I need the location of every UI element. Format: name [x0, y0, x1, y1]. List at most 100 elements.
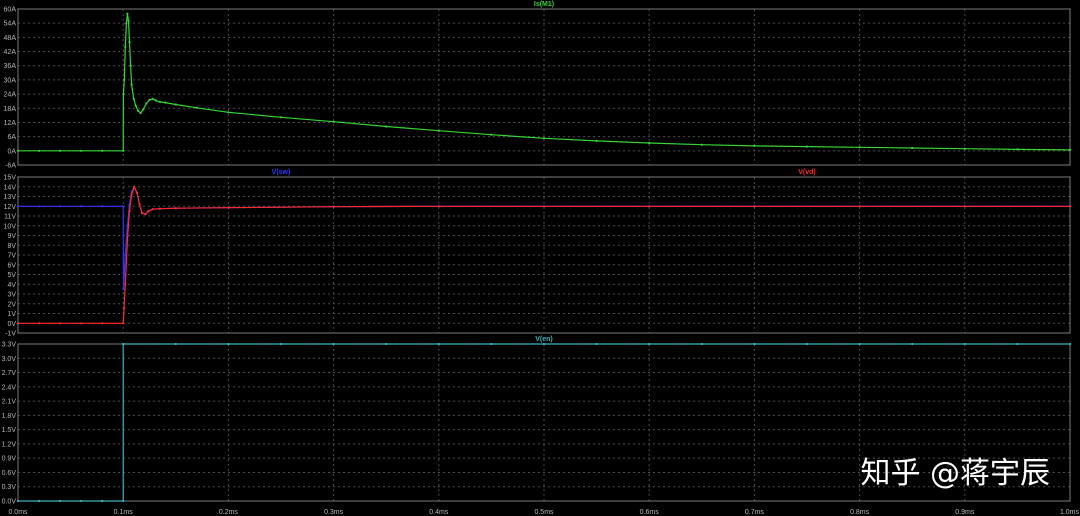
- data-point: [542, 205, 546, 208]
- data-point: [174, 103, 177, 106]
- data-point: [437, 205, 440, 208]
- data-point: [753, 342, 756, 346]
- data-point: [16, 205, 20, 208]
- y-tick-label: 15V: [4, 175, 17, 182]
- y-tick-label: 18A: [4, 106, 17, 113]
- data-point: [101, 205, 104, 208]
- x-tick-label: 0.3ms: [324, 509, 344, 516]
- y-tick-label: 5V: [7, 272, 16, 279]
- data-point: [122, 499, 125, 503]
- y-tick-label: 0.0V: [2, 499, 17, 506]
- data-point: [437, 129, 440, 132]
- data-point: [490, 342, 493, 346]
- data-point: [138, 203, 141, 206]
- data-point: [753, 144, 756, 147]
- data-point: [59, 322, 62, 325]
- data-point: [126, 12, 129, 15]
- y-tick-label: 3.0V: [2, 356, 17, 363]
- y-tick-label: 1V: [7, 311, 16, 318]
- data-point: [911, 342, 914, 346]
- data-point: [963, 342, 966, 346]
- data-point: [124, 283, 127, 286]
- data-point: [332, 205, 335, 208]
- data-point: [80, 149, 83, 152]
- y-tick-label: 60A: [4, 7, 17, 14]
- data-point: [595, 342, 598, 346]
- x-tick-label: 0.0ms: [8, 509, 28, 516]
- data-point: [134, 104, 137, 107]
- waveform-plot[interactable]: 60A 54A 48A 42A 36A 30A 24A 18A 12A 6A 0A -6A Is(M1)…: [0, 0, 1080, 516]
- data-point: [125, 22, 128, 25]
- data-point: [122, 93, 125, 96]
- y-tick-label: 6V: [7, 262, 16, 269]
- trace-label-v-vd[interactable]: V(vd): [798, 169, 816, 176]
- waveform-viewer: 60A 54A 48A 42A 36A 30A 24A 18A 12A 6A 0A -6A Is(M1)…: [0, 0, 1080, 516]
- x-tick-label: 0.4ms: [429, 509, 449, 516]
- data-point: [195, 106, 198, 109]
- x-tick-label: 0.1ms: [114, 509, 134, 516]
- data-point: [132, 97, 135, 100]
- data-point: [174, 207, 177, 210]
- data-point: [101, 149, 104, 152]
- data-point: [595, 139, 598, 142]
- data-point: [129, 64, 132, 67]
- x-tick-label: 0.7ms: [745, 509, 765, 516]
- data-point: [101, 499, 104, 503]
- data-point: [279, 342, 283, 346]
- data-point: [753, 205, 756, 208]
- plot-background: [0, 0, 1080, 516]
- data-point: [858, 342, 861, 346]
- data-point: [542, 342, 546, 346]
- x-tick-label: 0.5ms: [534, 509, 554, 516]
- data-point: [700, 143, 703, 146]
- y-tick-label: 0.6V: [2, 470, 17, 477]
- data-point: [37, 499, 41, 503]
- data-point: [136, 109, 139, 112]
- data-point: [144, 213, 147, 216]
- data-point: [59, 149, 62, 152]
- y-tick-label: 54A: [4, 21, 17, 28]
- data-point: [1016, 342, 1019, 346]
- data-point: [130, 83, 133, 86]
- y-tick-label: 1.2V: [2, 441, 17, 448]
- data-point: [700, 342, 703, 346]
- data-point: [101, 322, 104, 325]
- data-point: [16, 322, 20, 325]
- data-point: [490, 133, 493, 136]
- data-point: [158, 100, 162, 103]
- data-point: [648, 205, 651, 208]
- data-point: [128, 210, 131, 213]
- data-point: [227, 206, 230, 209]
- data-point: [80, 205, 83, 208]
- data-point: [80, 499, 83, 503]
- data-point: [123, 78, 126, 81]
- trace-label-is-m1[interactable]: Is(M1): [534, 1, 554, 8]
- x-tick-label: 0.2ms: [219, 509, 239, 516]
- data-point: [122, 342, 125, 346]
- data-point: [122, 288, 125, 291]
- y-tick-label: 2.4V: [2, 384, 17, 391]
- y-tick-label: 0V: [7, 321, 16, 328]
- y-tick-label: 24A: [4, 92, 17, 99]
- data-point: [37, 149, 41, 152]
- x-tick-label: 0.6ms: [640, 509, 660, 516]
- data-point: [542, 137, 546, 140]
- y-tick-label: 1.8V: [2, 413, 17, 420]
- data-point: [16, 149, 20, 152]
- data-point: [1068, 205, 1072, 208]
- y-tick-label: 2.7V: [2, 370, 17, 377]
- y-tick-label: 8V: [7, 243, 16, 250]
- data-point: [1068, 342, 1072, 346]
- trace-label-v-en[interactable]: V(en): [535, 336, 553, 343]
- data-point: [332, 120, 335, 123]
- data-point: [279, 116, 283, 119]
- trace-label-v-sw[interactable]: V(sw): [272, 169, 291, 176]
- data-point: [164, 101, 167, 104]
- data-point: [911, 146, 914, 150]
- y-tick-label: 2.1V: [2, 399, 17, 406]
- data-point: [59, 205, 62, 208]
- data-point: [174, 342, 177, 346]
- data-point: [126, 239, 129, 242]
- data-point: [385, 125, 388, 128]
- y-tick-label: 12A: [4, 120, 17, 127]
